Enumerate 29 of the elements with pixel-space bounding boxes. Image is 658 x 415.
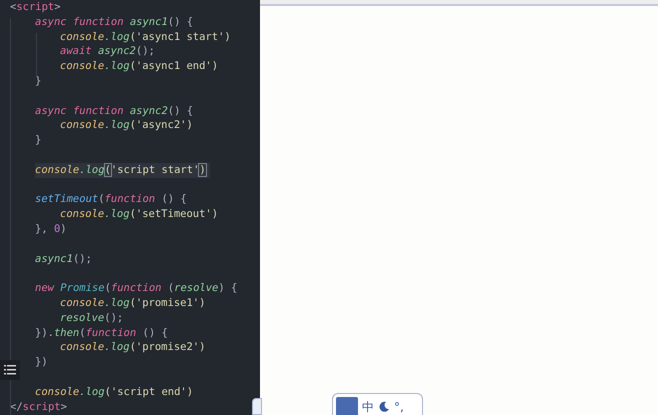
ime-label[interactable]: 中 <box>362 397 374 415</box>
outline-button[interactable] <box>0 360 20 380</box>
code-line: setTimeout(function () { <box>35 192 188 208</box>
code-line: console.log('async1 start') <box>60 30 232 44</box>
code-line: console.log('promise2') <box>60 340 206 356</box>
code-editor[interactable] <box>0 0 260 415</box>
code-line: <script> <box>10 0 62 15</box>
ime-label[interactable]: °, <box>394 397 404 415</box>
code-line: async function async1() { <box>35 14 194 30</box>
floating-icon[interactable] <box>252 398 262 415</box>
code-line: new Promise(function (resolve) { <box>35 281 238 296</box>
code-line: async function async2() { <box>35 104 194 118</box>
code-line: }) <box>35 355 49 370</box>
code-line: }, 0) <box>35 222 68 237</box>
code-line: console.log('setTimeout') <box>60 207 220 222</box>
code-line: console.log('promise1') <box>60 296 206 311</box>
code-line: await async2(); <box>60 44 156 60</box>
code-line: console.log('async1 end') <box>60 59 220 74</box>
ime-logo-icon <box>336 397 358 415</box>
code-line: </script> <box>10 400 68 414</box>
list-icon <box>4 365 16 375</box>
code-line: console.log('script end') <box>35 384 194 400</box>
code-line: }).then(function () { <box>35 326 169 340</box>
moon-icon[interactable] <box>378 401 390 413</box>
code-line: } <box>35 133 42 148</box>
ime-toolbar[interactable]: 中 °, <box>332 393 423 415</box>
code-line: console.log('async2') <box>60 118 194 134</box>
code-line: resolve(); <box>60 310 124 326</box>
code-line: async1(); <box>35 252 93 266</box>
